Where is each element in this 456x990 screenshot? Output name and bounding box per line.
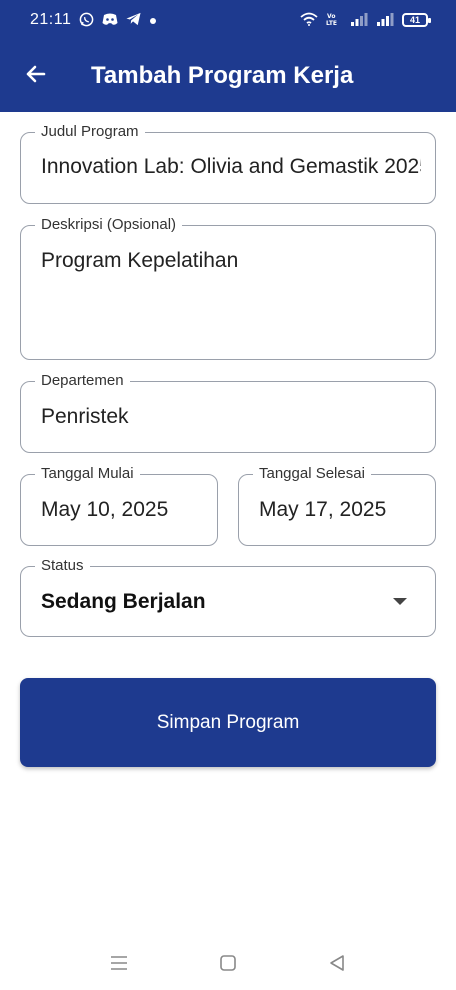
departemen-label: Departemen — [35, 371, 130, 391]
dropdown-arrow-icon[interactable] — [393, 598, 407, 605]
status-dropdown[interactable]: Status Sedang Berjalan — [20, 556, 436, 637]
square-icon — [219, 954, 237, 977]
tanggal-selesai-label: Tanggal Selesai — [253, 464, 371, 484]
triangle-back-icon — [328, 954, 346, 977]
deskripsi-field[interactable]: Deskripsi (Opsional) Program Kepelatihan — [20, 215, 436, 360]
dot-icon — [149, 14, 157, 27]
status-label: Status — [35, 556, 90, 576]
tanggal-selesai-value: May 17, 2025 — [259, 498, 387, 521]
svg-text:LTE: LTE — [326, 20, 337, 26]
deskripsi-value: Program Kepelatihan — [41, 249, 239, 272]
status-left: 21:11 — [30, 11, 157, 29]
volte-icon: Vo LTE — [326, 12, 342, 28]
title-bar: Tambah Program Kerja — [0, 44, 456, 108]
menu-icon — [110, 955, 128, 976]
judul-program-value: Innovation Lab: Olivia and Gemastik 2025 — [41, 155, 421, 178]
whatsapp-icon — [79, 12, 94, 29]
app-bar: 21:11 Vo LTE 41 Tambah Program Kerja — [0, 0, 456, 112]
deskripsi-label: Deskripsi (Opsional) — [35, 215, 183, 235]
discord-icon — [102, 13, 118, 28]
signal-icon-2 — [376, 12, 394, 28]
battery-icon: 41 — [402, 13, 431, 27]
wifi-icon — [300, 12, 318, 28]
judul-program-label: Judul Program — [35, 122, 145, 142]
home-nav-button[interactable] — [216, 953, 240, 977]
departemen-field[interactable]: Departemen Penristek — [20, 371, 436, 453]
status-time: 21:11 — [30, 11, 72, 28]
telegram-icon — [126, 12, 141, 28]
menu-nav-button[interactable] — [107, 953, 131, 977]
back-nav-button[interactable] — [325, 953, 349, 977]
tanggal-selesai-field[interactable]: Tanggal Selesai May 17, 2025 — [238, 464, 436, 546]
arrow-left-icon — [24, 62, 48, 91]
battery-level: 41 — [409, 15, 420, 25]
tanggal-mulai-label: Tanggal Mulai — [35, 464, 140, 484]
status-right: Vo LTE 41 — [300, 12, 431, 28]
departemen-value: Penristek — [41, 405, 129, 428]
page-title: Tambah Program Kerja — [91, 62, 354, 89]
back-button[interactable] — [16, 56, 56, 96]
save-program-button[interactable]: Simpan Program — [20, 678, 436, 767]
svg-text:Vo: Vo — [327, 13, 335, 20]
status-bar: 21:11 Vo LTE 41 — [0, 0, 456, 40]
status-value: Sedang Berjalan — [41, 590, 206, 613]
tanggal-mulai-field[interactable]: Tanggal Mulai May 10, 2025 — [20, 464, 218, 546]
judul-program-field[interactable]: Judul Program Innovation Lab: Olivia and… — [20, 122, 436, 204]
tanggal-mulai-value: May 10, 2025 — [41, 498, 169, 521]
system-nav-bar — [0, 940, 456, 990]
signal-icon — [350, 12, 368, 28]
